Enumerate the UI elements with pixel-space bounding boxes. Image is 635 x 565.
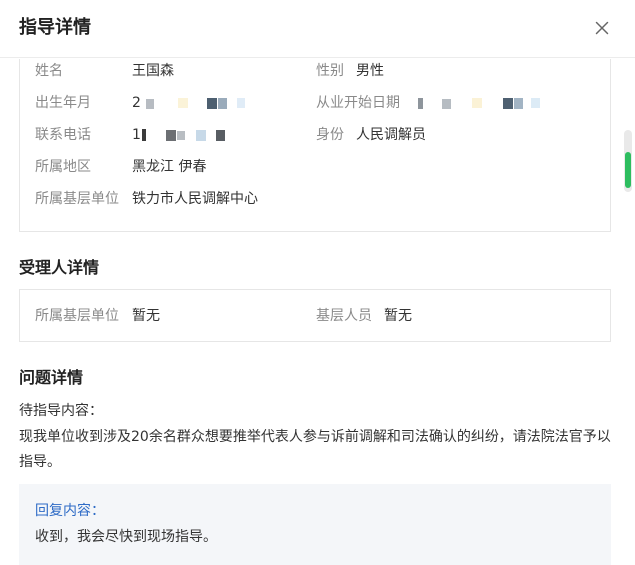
handler-row: 所属基层单位 暂无 基层人员 暂无: [35, 306, 595, 326]
gender-value: 男性: [356, 63, 384, 79]
scrollbar[interactable]: [624, 130, 632, 192]
career-start-redaction: [418, 93, 558, 113]
dialog-body[interactable]: 姓名 王国森 性别 男性 出生年月 2 从业开始日期 联系电话 1 身份 人民调…: [0, 59, 635, 565]
dialog-header: 指导详情: [0, 0, 635, 58]
phone-redaction: [142, 125, 242, 145]
region-row: 所属地区 黑龙江 伊春: [35, 157, 595, 177]
identity-label: 身份: [316, 127, 344, 143]
name-row: 姓名 王国森 性别 男性: [35, 61, 595, 81]
problem-section-title: 问题详情: [19, 368, 84, 387]
gender-label: 性别: [316, 63, 344, 79]
guidance-content-label: 待指导内容：: [19, 403, 103, 419]
handler-staff-value: 暂无: [384, 308, 412, 324]
unit-label: 所属基层单位: [35, 191, 119, 207]
close-icon[interactable]: [590, 16, 614, 40]
phone-row: 联系电话 1 身份 人民调解员: [35, 125, 595, 145]
scrollbar-thumb[interactable]: [625, 152, 631, 188]
birth-row: 出生年月 2 从业开始日期: [35, 93, 595, 113]
unit-row: 所属基层单位 铁力市人民调解中心: [35, 189, 595, 209]
name-label: 姓名: [35, 63, 63, 79]
region-label: 所属地区: [35, 159, 91, 175]
reply-box: 回复内容： 收到，我会尽快到现场指导。: [19, 484, 611, 565]
reply-label: 回复内容：: [35, 503, 105, 519]
reply-text: 收到，我会尽快到现场指导。: [35, 529, 217, 545]
handler-unit-label: 所属基层单位: [35, 308, 119, 324]
phone-value: 1: [132, 127, 141, 143]
person-info-card: 姓名 王国森 性别 男性 出生年月 2 从业开始日期 联系电话 1 身份 人民调…: [19, 59, 611, 232]
birth-redaction: [142, 93, 262, 113]
handler-unit-value: 暂无: [132, 308, 160, 324]
birth-value: 2: [132, 95, 141, 111]
guidance-detail-dialog: 指导详情 姓名 王国森 性别 男性 出生年月 2 从业开始日期 联系电话 1 身…: [0, 0, 635, 565]
birth-label: 出生年月: [35, 95, 91, 111]
guidance-content-text: 现我单位收到涉及20余名群众想要推举代表人参与诉前调解和司法确认的纠纷，请法院法…: [19, 429, 611, 470]
career-start-label: 从业开始日期: [316, 95, 400, 111]
unit-value: 铁力市人民调解中心: [132, 191, 258, 207]
handler-info-card: 所属基层单位 暂无 基层人员 暂无: [19, 289, 611, 342]
name-value: 王国森: [132, 63, 174, 79]
region-value: 黑龙江 伊春: [132, 159, 207, 175]
phone-label: 联系电话: [35, 127, 91, 143]
handler-section-title: 受理人详情: [19, 258, 100, 277]
handler-staff-label: 基层人员: [316, 308, 372, 324]
identity-value: 人民调解员: [356, 127, 426, 143]
dialog-title: 指导详情: [19, 17, 91, 38]
